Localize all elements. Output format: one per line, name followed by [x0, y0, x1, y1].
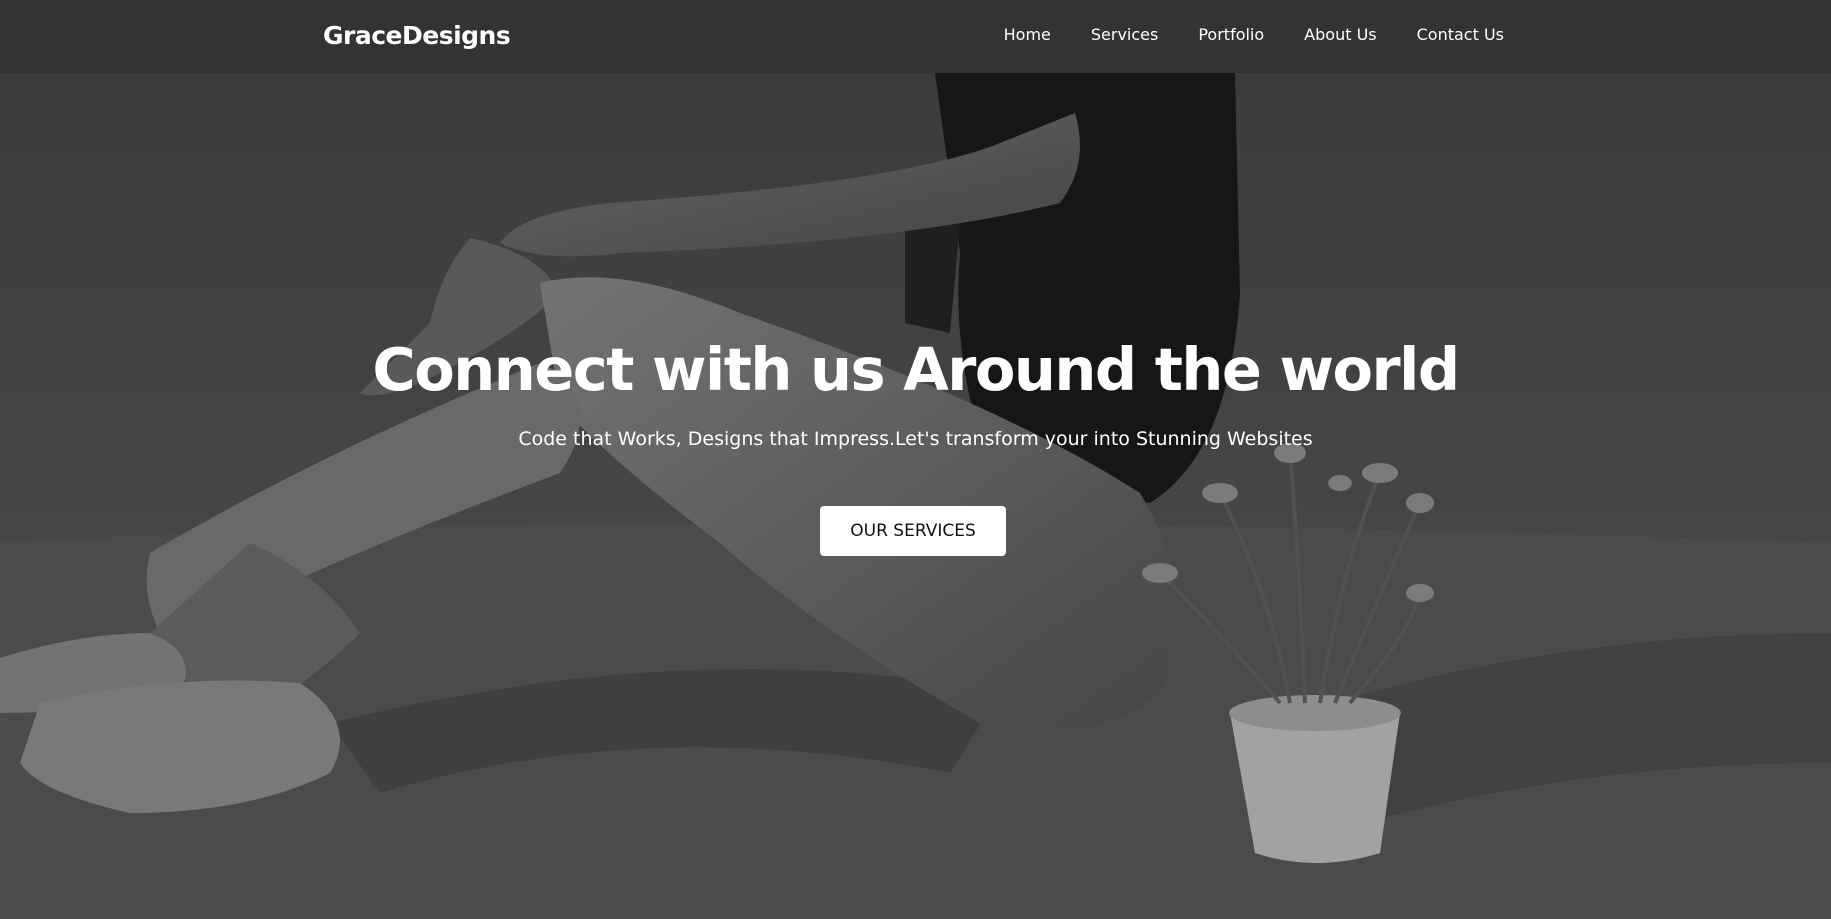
nav-link-services[interactable]: Services	[1091, 25, 1158, 44]
hero-content: Connect with us Around the world Code th…	[0, 73, 1831, 919]
nav-link-home[interactable]: Home	[1004, 25, 1051, 44]
our-services-button[interactable]: OUR SERVICES	[820, 506, 1006, 556]
nav-link-contact[interactable]: Contact Us	[1417, 25, 1504, 44]
hero-title: Connect with us Around the world	[372, 335, 1460, 404]
nav-item-contact: Contact Us	[1417, 25, 1504, 44]
nav-item-services: Services	[1091, 25, 1158, 44]
navbar: GraceDesigns Home Services Portfolio Abo…	[0, 0, 1831, 73]
nav-item-home: Home	[1004, 25, 1051, 44]
hero-subtitle: Code that Works, Designs that Impress.Le…	[518, 428, 1313, 450]
nav-link-portfolio[interactable]: Portfolio	[1198, 25, 1264, 44]
nav-item-portfolio: Portfolio	[1198, 25, 1264, 44]
nav-menu: Home Services Portfolio About Us Contact…	[1004, 25, 1504, 44]
hero-section: Connect with us Around the world Code th…	[0, 73, 1831, 919]
nav-link-about[interactable]: About Us	[1304, 25, 1376, 44]
nav-item-about: About Us	[1304, 25, 1376, 44]
brand-logo[interactable]: GraceDesigns	[323, 21, 511, 50]
